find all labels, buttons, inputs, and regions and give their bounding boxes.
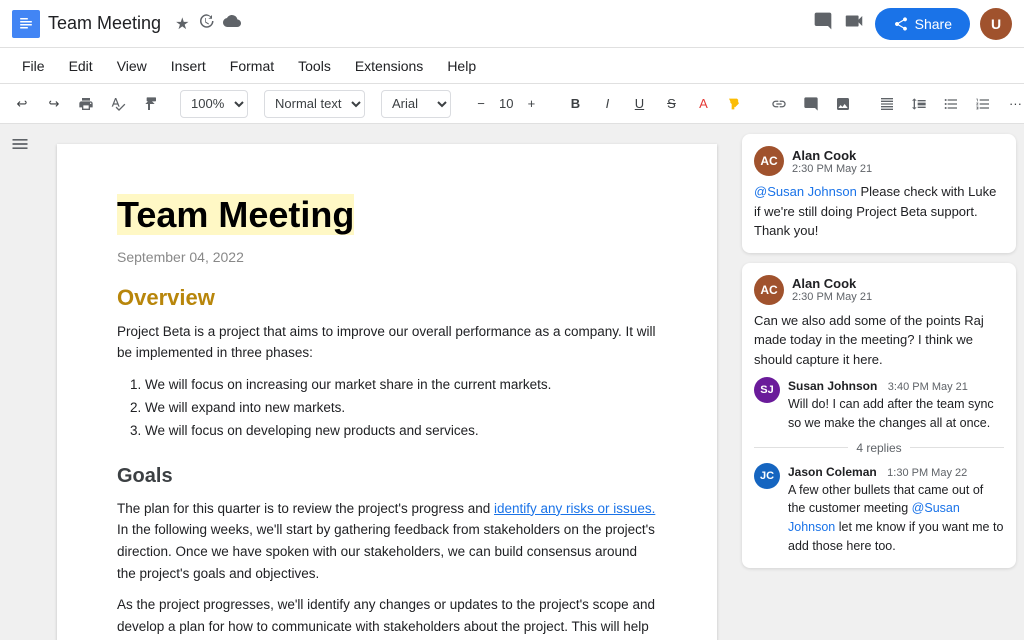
list-item: We will focus on developing new products… [145,420,657,443]
star-icon[interactable]: ★ [175,14,189,34]
checklist-button[interactable] [937,90,965,118]
comment-header-1: AC Alan Cook 2:30 PM May 21 [754,146,1004,176]
menu-file[interactable]: File [12,54,55,78]
goals-para2: As the project progresses, we'll identif… [117,594,657,640]
header-right: Share U [813,8,1012,40]
doc-icon [12,10,40,38]
redo-button[interactable]: ↪ [40,90,68,118]
history-icon[interactable] [197,12,215,35]
font-select[interactable]: Arial Times New Roman [381,90,451,118]
cloud-icon [223,12,241,35]
inline-comment-button[interactable] [797,90,825,118]
font-size-plus-button[interactable]: + [517,90,545,118]
reply-item-1: SJ Susan Johnson 3:40 PM May 21 Will do!… [754,377,1004,433]
menu-edit[interactable]: Edit [59,54,103,78]
comment-time-2: 2:30 PM May 21 [792,291,872,303]
comment-author-2: Alan Cook [792,276,872,291]
numbered-list-button[interactable] [969,90,997,118]
comment-card-1: AC Alan Cook 2:30 PM May 21 @Susan Johns… [742,134,1016,253]
overview-list: We will focus on increasing our market s… [145,374,657,443]
zoom-select[interactable]: 100% 75% 125% [180,90,248,118]
comment-header-2: AC Alan Cook 2:30 PM May 21 [754,275,1004,305]
reply-text-2: A few other bullets that came out of the… [788,481,1004,556]
paint-format-button[interactable] [136,90,164,118]
overview-body: Project Beta is a project that aims to i… [117,321,657,364]
toolbar: ↩ ↪ 100% 75% 125% Normal text Heading 1 … [0,84,1024,124]
goals-para1: The plan for this quarter is to review t… [117,498,657,584]
more-button[interactable]: ··· [1001,90,1024,118]
goals-para1-before: The plan for this quarter is to review t… [117,501,494,516]
style-select[interactable]: Normal text Heading 1 Heading 2 [264,90,365,118]
font-size-minus-button[interactable]: − [467,90,495,118]
menu-extensions[interactable]: Extensions [345,54,433,78]
reply-avatar-2: JC [754,463,780,489]
reply-content-1: Susan Johnson 3:40 PM May 21 Will do! I … [788,377,1004,433]
replies-count: 4 replies [856,441,901,455]
comment-time-1: 2:30 PM May 21 [792,163,872,175]
reply-author-1: Susan Johnson [788,379,877,393]
underline-button[interactable]: U [625,90,653,118]
share-button[interactable]: Share [875,8,970,40]
goals-para1-link[interactable]: identify any risks or issues. [494,501,655,516]
bold-button[interactable]: B [561,90,589,118]
print-button[interactable] [72,90,100,118]
text-color-button[interactable]: A [689,90,717,118]
goals-para1-after: In the following weeks, we'll start by g… [117,522,655,580]
reply-time-2: 1:30 PM May 22 [887,467,967,479]
line-spacing-button[interactable] [905,90,933,118]
comment-mention-1[interactable]: @Susan Johnson [754,184,857,199]
image-button[interactable] [829,90,857,118]
title-bar: Team Meeting ★ Share U [0,0,1024,48]
comment-card-2: AC Alan Cook 2:30 PM May 21 Can we also … [742,263,1016,568]
comment-meta-1: Alan Cook 2:30 PM May 21 [792,148,872,175]
comment-text-2: Can we also add some of the points Raj m… [754,311,1004,370]
document-page: Team Meeting September 04, 2022 Overview… [57,144,717,640]
menu-help[interactable]: Help [437,54,486,78]
meet-icon[interactable] [843,10,865,37]
reply-author-2: Jason Coleman [788,465,877,479]
document-title-text: Team Meeting [117,192,657,239]
reply-avatar-1: SJ [754,377,780,403]
user-avatar[interactable]: U [980,8,1012,40]
comment-avatar-2: AC [754,275,784,305]
goals-heading: Goals [117,465,657,488]
reply-time-1: 3:40 PM May 21 [888,381,968,393]
menu-view[interactable]: View [107,54,157,78]
undo-button[interactable]: ↩ [8,90,36,118]
highlight-button[interactable] [721,90,749,118]
comment-meta-2: Alan Cook 2:30 PM May 21 [792,276,872,303]
reply-content-2: Jason Coleman 1:30 PM May 22 A few other… [788,463,1004,556]
list-item: We will expand into new markets. [145,397,657,420]
spellcheck-button[interactable] [104,90,132,118]
italic-button[interactable]: I [593,90,621,118]
replies-divider: 4 replies [754,441,1004,455]
font-size-display: 10 [499,96,513,111]
comment-avatar-1: AC [754,146,784,176]
menu-insert[interactable]: Insert [161,54,216,78]
comments-panel: AC Alan Cook 2:30 PM May 21 @Susan Johns… [734,124,1024,640]
document-title: Team Meeting [48,13,161,34]
doc-date: September 04, 2022 [117,249,657,265]
menu-format[interactable]: Format [220,54,284,78]
reply-text-1: Will do! I can add after the team sync s… [788,395,1004,433]
link-button[interactable] [765,90,793,118]
doc-heading: Team Meeting [117,194,354,235]
title-icons: ★ [175,12,241,35]
sidebar-toggle[interactable] [0,124,40,640]
align-button[interactable] [873,90,901,118]
menu-bar: File Edit View Insert Format Tools Exten… [0,48,1024,84]
document-area: Team Meeting September 04, 2022 Overview… [40,124,734,640]
share-label: Share [915,16,952,32]
strikethrough-button[interactable]: S [657,90,685,118]
overview-heading: Overview [117,285,657,311]
comment-text-1: @Susan Johnson Please check with Luke if… [754,182,1004,241]
main-area: Team Meeting September 04, 2022 Overview… [0,124,1024,640]
menu-tools[interactable]: Tools [288,54,341,78]
list-item: We will focus on increasing our market s… [145,374,657,397]
comment-icon[interactable] [813,11,833,36]
reply-item-2: JC Jason Coleman 1:30 PM May 22 A few ot… [754,463,1004,556]
comment-author-1: Alan Cook [792,148,872,163]
